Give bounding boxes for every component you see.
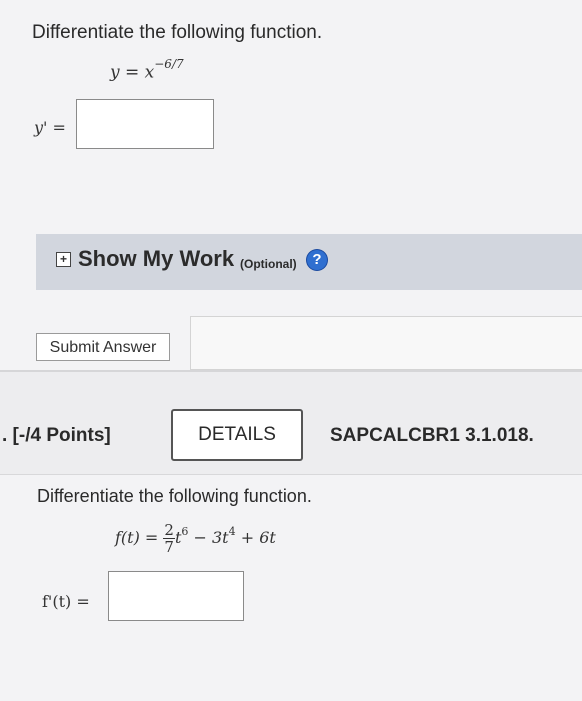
optional-label: (Optional)	[240, 257, 297, 271]
answer-2-input[interactable]	[108, 571, 244, 621]
term-3: + 6t	[240, 528, 276, 547]
submit-answer-button[interactable]: Submit Answer	[36, 333, 170, 361]
question-1-equation: y = x−6/7	[110, 57, 184, 83]
points-label: . [-/4 Points]	[2, 425, 111, 446]
equation-lhs: f(t) =	[115, 528, 159, 547]
details-button[interactable]: DETAILS	[171, 409, 303, 461]
show-my-work-label[interactable]: Show My Work	[78, 246, 234, 272]
term-2-exponent: 4	[228, 524, 236, 538]
answer-1-label: y' =	[34, 118, 66, 137]
question-2-panel	[0, 474, 582, 701]
question-2-equation: f(t) = 2 7 t6 − 3t4 + 6t	[115, 522, 276, 555]
term-2: − 3t	[193, 528, 229, 547]
term-1-exponent: 6	[181, 524, 189, 538]
plus-square-icon[interactable]: +	[56, 252, 71, 267]
answer-2-label: f'(t) =	[42, 592, 90, 611]
feedback-panel	[190, 316, 582, 370]
question-1-prompt: Differentiate the following function.	[32, 22, 323, 43]
fraction-denominator: 7	[164, 538, 174, 556]
question-code: SAPCALCBR1 3.1.018.	[330, 425, 534, 446]
answer-1-input[interactable]	[76, 99, 214, 149]
question-2-prompt: Differentiate the following function.	[37, 486, 312, 506]
fraction: 2 7	[163, 522, 175, 555]
equation-exponent: −6/7	[154, 57, 184, 71]
help-circle-icon[interactable]: ?	[307, 250, 327, 270]
question-1-panel	[0, 0, 582, 370]
equation-base: y = x	[110, 62, 155, 83]
fraction-numerator: 2	[163, 521, 175, 539]
